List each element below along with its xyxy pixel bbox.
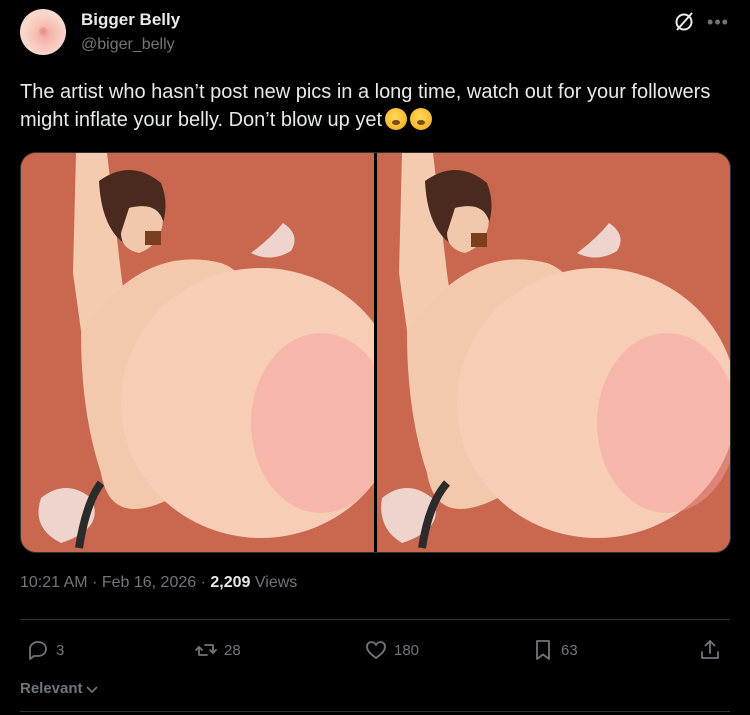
media-image-1[interactable]	[21, 153, 374, 552]
tweet-text-body: The artist who hasn’t post new pics in a…	[20, 81, 711, 131]
repost-button[interactable]: 28	[194, 636, 241, 664]
sort-dropdown[interactable]: Relevant	[20, 680, 99, 697]
repost-count: 28	[224, 641, 241, 659]
author-avatar[interactable]	[20, 9, 66, 55]
views-label: Views	[254, 574, 298, 591]
bookmark-icon	[536, 640, 550, 660]
reply-icon	[29, 641, 47, 660]
bookmark-button[interactable]: 63	[531, 636, 578, 664]
media-image-2[interactable]	[377, 153, 730, 552]
media-grid	[20, 152, 731, 553]
heart-icon	[366, 641, 386, 659]
bookmark-count: 63	[561, 641, 578, 659]
share-button[interactable]	[698, 636, 722, 664]
hand-over-mouth-emoji	[385, 108, 408, 130]
author-name[interactable]: Bigger Belly	[81, 10, 180, 30]
grok-icon[interactable]	[672, 10, 696, 34]
sort-label: Relevant	[20, 680, 83, 697]
tweet-date[interactable]: Feb 16, 2026	[102, 574, 196, 591]
like-button[interactable]: 180	[364, 636, 419, 664]
chevron-down-icon	[85, 685, 98, 693]
hushed-emoji	[410, 108, 433, 130]
tweet-meta: 10:21 AM · Feb 16, 2026 · 2,209 Views	[20, 574, 298, 591]
more-options-icon[interactable]: •••	[706, 10, 730, 34]
reply-count: 3	[56, 641, 65, 659]
tweet-time[interactable]: 10:21 AM	[20, 574, 88, 591]
tweet-text: The artist who hasn’t post new pics in a…	[20, 78, 720, 134]
reply-button[interactable]: 3	[26, 636, 64, 664]
view-count: 2,209	[210, 574, 251, 591]
divider-bottom	[20, 711, 730, 712]
repost-icon	[195, 644, 217, 656]
divider	[20, 619, 730, 620]
author-handle[interactable]: @biger_belly	[81, 36, 175, 54]
like-count: 180	[394, 641, 420, 659]
share-icon	[701, 640, 719, 659]
